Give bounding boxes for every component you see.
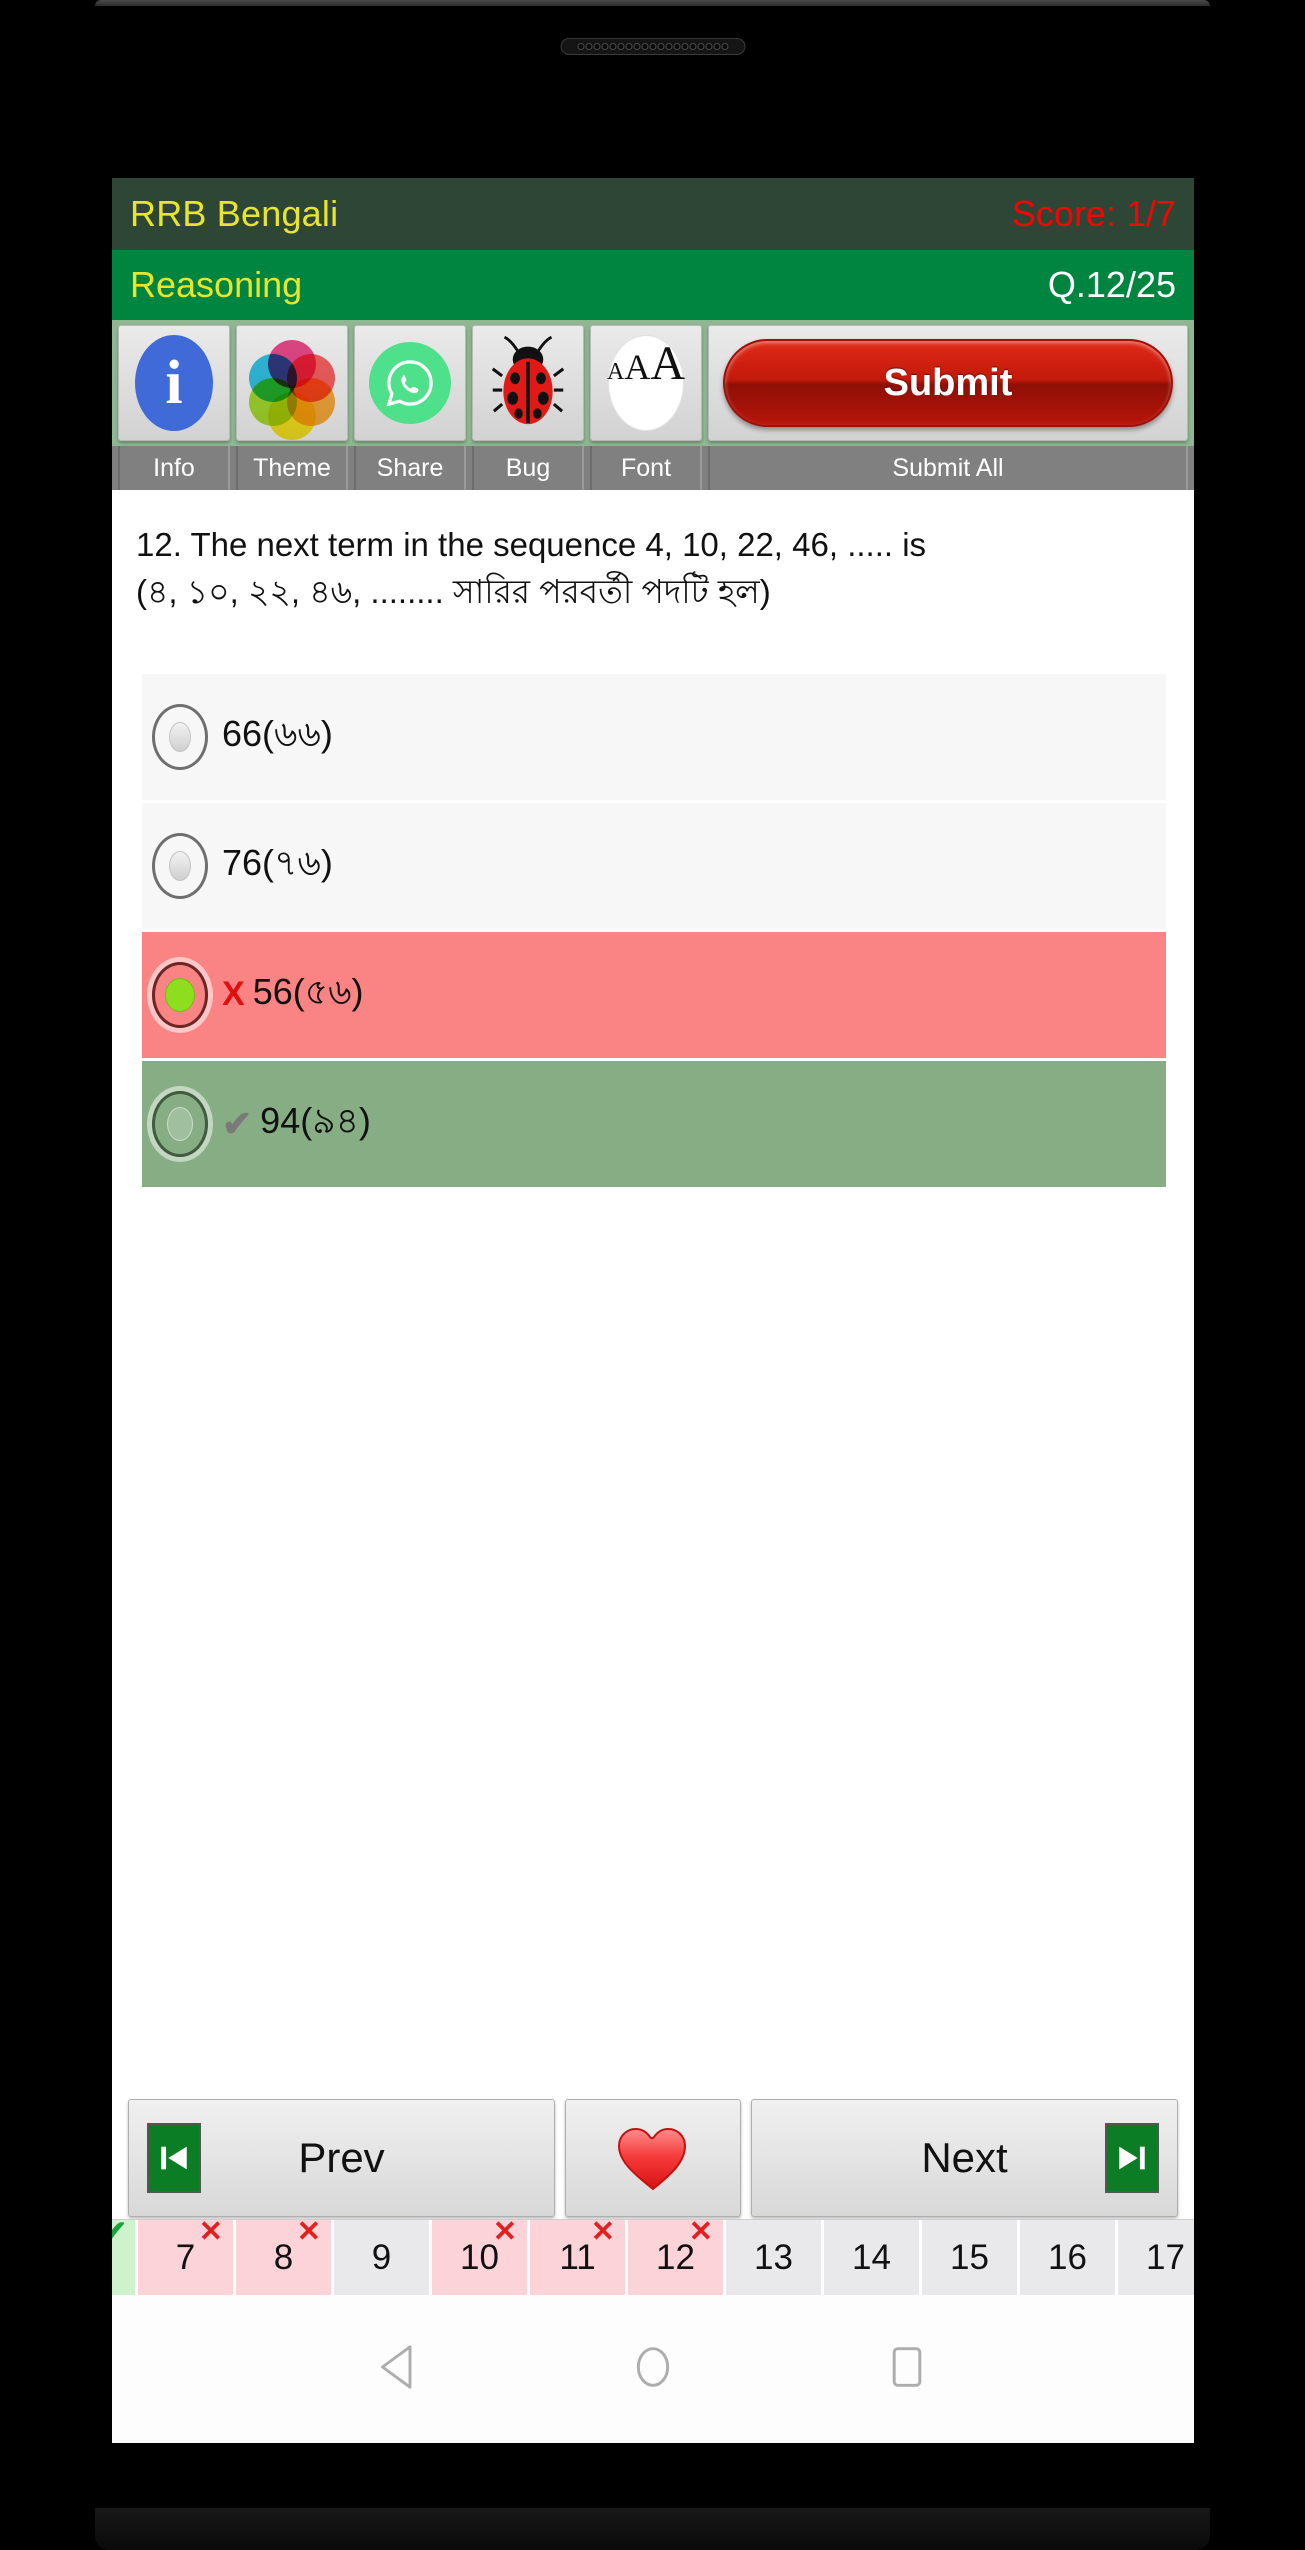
strip-number: 13: [754, 2237, 793, 2277]
toolbar-label-theme[interactable]: Theme: [236, 446, 348, 490]
strip-incorrect-icon: ✕: [492, 2219, 517, 2248]
subject-label: Reasoning: [130, 264, 303, 305]
strip-correct-icon: ✔: [112, 2220, 127, 2247]
question-strip-cell[interactable]: ✕ 7: [138, 2220, 236, 2295]
correct-mark-icon: ✔: [222, 1102, 253, 1144]
option-label: 94(৯৪): [260, 1099, 371, 1141]
toolbar-button-submit-all[interactable]: Submit: [708, 325, 1188, 441]
option-radio[interactable]: [152, 703, 208, 770]
toolbar-label-font[interactable]: Font: [590, 446, 702, 490]
back-icon[interactable]: [377, 2343, 421, 2396]
device-bottom-edge: [95, 2508, 1210, 2550]
question-strip-cell[interactable]: 17: [1118, 2220, 1194, 2295]
toolbar-button-theme[interactable]: [236, 325, 348, 441]
speaker-grille: [560, 38, 745, 55]
question-strip-cell[interactable]: ✔: [112, 2220, 138, 2295]
strip-incorrect-icon: ✕: [198, 2219, 223, 2248]
font-icon-small: A: [607, 359, 625, 385]
info-icon: i: [135, 335, 213, 431]
question-text: 12. The next term in the sequence 4, 10,…: [112, 490, 1194, 626]
option-row[interactable]: 66(৬৬): [142, 673, 1166, 800]
recents-icon[interactable]: [885, 2343, 929, 2396]
toolbar-button-bug[interactable]: [472, 325, 584, 441]
option-radio[interactable]: [152, 832, 208, 899]
option-label: 76(৭৬): [222, 841, 333, 883]
question-strip-cell[interactable]: ✕ 12: [628, 2220, 726, 2295]
toolbar-label-info[interactable]: Info: [118, 446, 230, 490]
ladybug-icon: [491, 335, 565, 430]
option-radio[interactable]: [152, 961, 208, 1028]
toolbar-labels: Info Theme Share Bug Font Submit All: [112, 446, 1194, 490]
device-frame: RRB Bengali Score: 1/7 Reasoning Q.12/25…: [0, 0, 1305, 2550]
app-title: RRB Bengali: [130, 193, 339, 234]
question-strip-cell[interactable]: 13: [726, 2220, 824, 2295]
toolbar: i A A A Submit: [112, 320, 1194, 446]
question-counter: Q.12/25: [1047, 264, 1176, 305]
next-button[interactable]: Next: [751, 2099, 1178, 2217]
strip-number: 15: [950, 2237, 989, 2277]
answer-options: 66(৬৬) 76(৭৬) X 56(৫৬) ✔ 94(৯৪): [112, 673, 1194, 1187]
skip-forward-icon: [1105, 2123, 1159, 2193]
question-line-english: 12. The next term in the sequence 4, 10,…: [136, 526, 927, 563]
option-row[interactable]: 76(৭৬): [142, 802, 1166, 929]
subject-header: Reasoning Q.12/25: [112, 250, 1194, 320]
color-wheel-icon: [249, 340, 335, 440]
strip-number: 16: [1048, 2237, 1087, 2277]
strip-number: 14: [852, 2237, 891, 2277]
skip-back-icon: [147, 2123, 201, 2193]
question-strip-cell[interactable]: 14: [824, 2220, 922, 2295]
submit-button[interactable]: Submit: [723, 339, 1173, 427]
question-strip-cell[interactable]: 9: [334, 2220, 432, 2295]
question-strip-cell[interactable]: ✕ 10: [432, 2220, 530, 2295]
whatsapp-icon: [369, 342, 451, 424]
toolbar-button-share[interactable]: [354, 325, 466, 441]
prev-label: Prev: [298, 2134, 385, 2181]
toolbar-label-bug[interactable]: Bug: [472, 446, 584, 490]
radio-dot: [165, 977, 195, 1012]
strip-number: 7: [175, 2237, 196, 2277]
android-system-nav: [112, 2295, 1194, 2443]
font-icon-large: A: [650, 337, 686, 390]
radio-dot: [167, 1106, 193, 1141]
score-badge: Score: 1/7: [1011, 193, 1176, 234]
home-icon[interactable]: [631, 2343, 675, 2396]
question-strip-cell[interactable]: 15: [922, 2220, 1020, 2295]
app-screen: RRB Bengali Score: 1/7 Reasoning Q.12/25…: [112, 178, 1194, 2443]
radio-dot: [169, 721, 191, 752]
question-number-strip[interactable]: ✔✕7✕89✕10✕11✕12131415161718: [112, 2219, 1194, 2295]
strip-incorrect-icon: ✕: [296, 2219, 321, 2248]
option-row[interactable]: X 56(৫৬): [142, 931, 1166, 1058]
option-label: 56(৫৬): [252, 970, 364, 1012]
question-strip-cell[interactable]: ✕ 11: [530, 2220, 628, 2295]
next-label: Next: [921, 2134, 1008, 2181]
prev-button[interactable]: Prev: [128, 2099, 555, 2217]
toolbar-label-share[interactable]: Share: [354, 446, 466, 490]
device-top-edge: [95, 0, 1210, 6]
option-radio[interactable]: [152, 1090, 208, 1157]
toolbar-button-font[interactable]: A A A: [590, 325, 702, 441]
incorrect-mark-icon: X: [222, 975, 245, 1014]
option-row[interactable]: ✔ 94(৯৪): [142, 1060, 1166, 1187]
question-navigation: Prev Next: [112, 2099, 1194, 2217]
strip-number: 9: [371, 2237, 392, 2277]
strip-number: 8: [273, 2237, 294, 2277]
question-strip-cell[interactable]: ✕ 8: [236, 2220, 334, 2295]
strip-incorrect-icon: ✕: [688, 2219, 713, 2248]
radio-dot: [169, 850, 191, 881]
app-header: RRB Bengali Score: 1/7: [112, 178, 1194, 250]
question-strip-cell[interactable]: 16: [1020, 2220, 1118, 2295]
heart-icon: [617, 2125, 689, 2191]
font-size-icon: A A A: [607, 335, 686, 431]
strip-incorrect-icon: ✕: [590, 2219, 615, 2248]
toolbar-button-info[interactable]: i: [118, 325, 230, 441]
option-label: 66(৬৬): [222, 712, 333, 754]
font-icon-medium: A: [624, 347, 651, 387]
toolbar-label-submit-all[interactable]: Submit All: [708, 446, 1188, 490]
strip-number: 17: [1146, 2237, 1185, 2277]
question-line-bengali: (৪, ১০, ২২, ৪৬, ........ সারির পরবর্তী প…: [136, 572, 771, 610]
favorite-button[interactable]: [565, 2099, 741, 2217]
